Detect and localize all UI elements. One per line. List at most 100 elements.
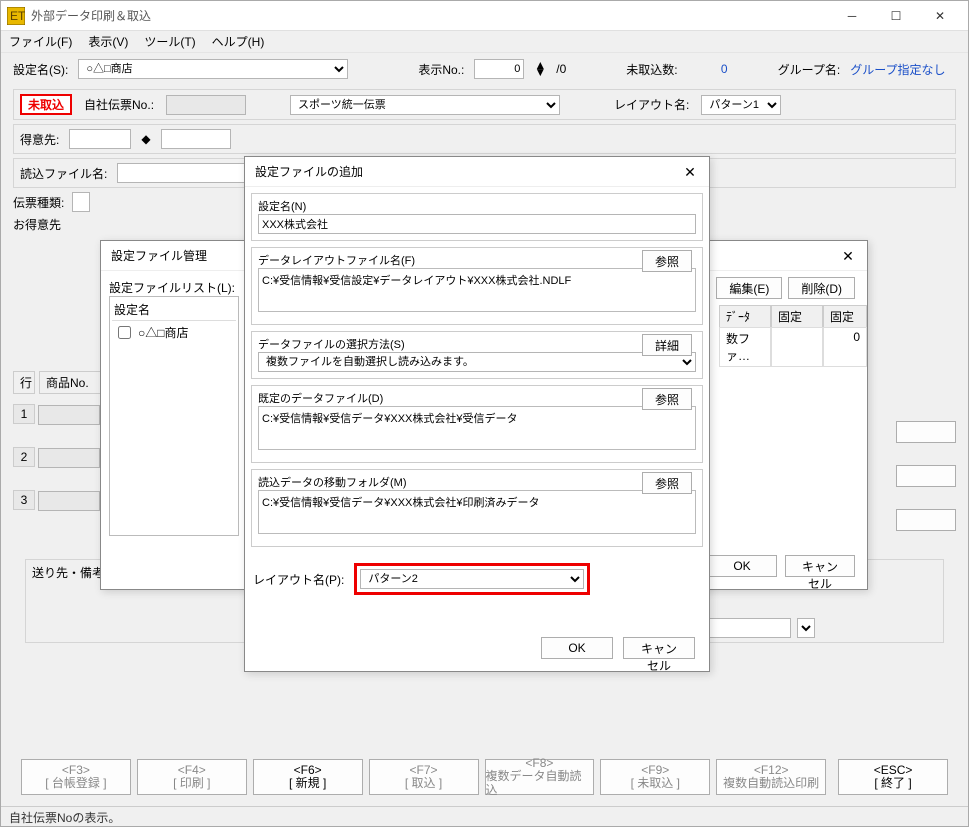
- slip-type-select[interactable]: スポーツ統一伝票: [290, 95, 560, 115]
- mgmt-ok-button[interactable]: OK: [707, 555, 777, 577]
- add-layout-p-label: レイアウト名(P):: [253, 571, 344, 588]
- grp-select-method: データファイルの選択方法(S) 詳細 複数ファイルを自動選択し読み込みます。: [251, 331, 703, 379]
- mgmt-cancel-button[interactable]: キャンセル: [785, 555, 855, 577]
- send-note-label: 送り先・備考: [32, 566, 104, 580]
- menu-tools[interactable]: ツール(T): [144, 33, 195, 50]
- customer-group-label: お得意先: [13, 218, 61, 232]
- svg-text:ET: ET: [10, 9, 25, 23]
- add-settings-dialog: 設定ファイルの追加 ✕ 設定名(N) データレイアウトファイル名(F) 参照 C…: [244, 156, 710, 672]
- setting-name-select[interactable]: ○△□商店: [78, 59, 348, 79]
- f6-button[interactable]: <F6>[ 新規 ]: [253, 759, 363, 795]
- add-setting-name-input[interactable]: [258, 214, 696, 234]
- top-row: 設定名(S): ○△□商店 表示No.: ▲ ▼ /0 未取込数: 0 グループ…: [1, 53, 968, 85]
- mgmt-item-checkbox[interactable]: [118, 326, 131, 339]
- add-dialog-title: 設定ファイルの追加 ✕: [245, 157, 709, 187]
- esc-button[interactable]: <ESC>[ 終了 ]: [838, 759, 948, 795]
- group-label: グループ名:: [778, 61, 841, 78]
- slip-panel: 未取込 自社伝票No.: スポーツ統一伝票 レイアウト名: パターン1: [13, 89, 956, 120]
- add-default-file-input[interactable]: C:¥受信情報¥受信データ¥XXX株式会社¥受信データ: [258, 406, 696, 450]
- add-layout-p-select[interactable]: パターン2: [360, 569, 584, 589]
- close-button[interactable]: ✕: [918, 2, 962, 30]
- footer-bar: <F3>[ 台帳登録 ] <F4>[ 印刷 ] <F6>[ 新規 ] <F7>[…: [1, 750, 968, 804]
- product-input-1[interactable]: [38, 405, 100, 425]
- menu-view[interactable]: 表示(V): [88, 33, 128, 50]
- layout-name-label: レイアウト名:: [614, 96, 689, 113]
- grp-move-folder: 読込データの移動フォルダ(M) 参照 C:¥受信情報¥受信データ¥XXX株式会社…: [251, 469, 703, 547]
- setting-name-label: 設定名(S):: [13, 61, 68, 78]
- main-titlebar: ET 外部データ印刷＆取込 ─ ☐ ✕: [1, 1, 968, 31]
- product-input-2[interactable]: [38, 448, 100, 468]
- mgmt-cell-sufa: 数ファ…: [719, 327, 771, 367]
- uncaptured-count-label: 未取込数:: [626, 61, 677, 78]
- display-no-label: 表示No.:: [418, 61, 464, 78]
- add-move-folder-input[interactable]: C:¥受信情報¥受信データ¥XXX株式会社¥印刷済みデータ: [258, 490, 696, 534]
- row-3[interactable]: 3: [13, 490, 35, 510]
- status-bar: 自社伝票Noの表示。: [1, 806, 968, 826]
- f9-button[interactable]: <F9>[ 未取込 ]: [600, 759, 710, 795]
- company-slip-input[interactable]: [166, 95, 246, 115]
- mgmt-cell-zero: 0: [823, 327, 867, 367]
- highlight-layout-select: パターン2: [354, 563, 590, 595]
- side-btn-1[interactable]: [896, 421, 956, 443]
- add-select-method-label: データファイルの選択方法(S): [258, 336, 696, 352]
- lookup-icon[interactable]: ◆: [141, 132, 150, 146]
- menu-file[interactable]: ファイル(F): [9, 33, 72, 50]
- add-detail-button[interactable]: 詳細: [642, 334, 692, 356]
- add-ok-button[interactable]: OK: [541, 637, 613, 659]
- slip-kind-input[interactable]: [72, 192, 90, 212]
- uncaptured-count-value: 0: [688, 62, 728, 76]
- f4-button[interactable]: <F4>[ 印刷 ]: [137, 759, 247, 795]
- f12-button[interactable]: <F12>複数自動読込印刷: [716, 759, 826, 795]
- minimize-button[interactable]: ─: [830, 2, 874, 30]
- f3-button[interactable]: <F3>[ 台帳登録 ]: [21, 759, 131, 795]
- product-no-header: 商品No.: [39, 371, 101, 394]
- slip-kind-label: 伝票種類:: [13, 194, 64, 211]
- add-move-browse-button[interactable]: 参照: [642, 472, 692, 494]
- grp-setting-name: 設定名(N): [251, 193, 703, 241]
- company-slip-label: 自社伝票No.:: [84, 96, 154, 113]
- group-value[interactable]: グループ指定なし: [850, 61, 945, 78]
- layout-name-select[interactable]: パターン1: [701, 95, 781, 115]
- display-no-input[interactable]: [474, 59, 524, 79]
- add-default-browse-button[interactable]: 参照: [642, 388, 692, 410]
- add-default-file-label: 既定のデータファイル(D): [258, 390, 696, 406]
- d-select[interactable]: [797, 618, 815, 638]
- mgmt-close-button[interactable]: ✕: [835, 244, 861, 268]
- add-layout-file-input[interactable]: C:¥受信情報¥受信設定¥データレイアウト¥XXX株式会社.NDLF: [258, 268, 696, 312]
- grp-default-file: 既定のデータファイル(D) 参照 C:¥受信情報¥受信データ¥XXX株式会社¥受…: [251, 385, 703, 463]
- display-no-total: /0: [556, 62, 566, 76]
- customer-code-input[interactable]: [69, 129, 131, 149]
- customer-sub-input[interactable]: [161, 129, 231, 149]
- add-cancel-button[interactable]: キャンセル: [623, 637, 695, 659]
- row-2[interactable]: 2: [13, 447, 35, 467]
- f8-button[interactable]: <F8>複数データ自動読込: [485, 759, 595, 795]
- mgmt-list[interactable]: 設定名 ○△□商店: [109, 296, 239, 536]
- menu-help[interactable]: ヘルプ(H): [212, 33, 265, 50]
- main-window-title: 外部データ印刷＆取込: [31, 7, 830, 24]
- mgmt-edit-button[interactable]: 編集(E): [716, 277, 782, 299]
- mgmt-delete-button[interactable]: 削除(D): [788, 277, 855, 299]
- add-layout-file-label: データレイアウトファイル名(F): [258, 252, 696, 268]
- mgmt-list-item-0[interactable]: ○△□商店: [112, 321, 236, 344]
- add-layout-browse-button[interactable]: 参照: [642, 250, 692, 272]
- customer-panel: 得意先: ◆: [13, 124, 956, 154]
- grp-layout-file: データレイアウトファイル名(F) 参照 C:¥受信情報¥受信設定¥データレイアウ…: [251, 247, 703, 325]
- maximize-button[interactable]: ☐: [874, 2, 918, 30]
- app-icon: ET: [7, 7, 25, 25]
- side-btn-2[interactable]: [896, 465, 956, 487]
- side-btn-3[interactable]: [896, 509, 956, 531]
- row-1[interactable]: 1: [13, 404, 35, 424]
- uncaptured-badge: 未取込: [20, 94, 72, 115]
- f7-button[interactable]: <F7>[ 取込 ]: [369, 759, 479, 795]
- add-close-button[interactable]: ✕: [677, 160, 703, 184]
- mgmt-list-header: 設定名: [112, 299, 236, 321]
- add-select-method-select[interactable]: 複数ファイルを自動選択し読み込みます。: [258, 352, 696, 372]
- menubar: ファイル(F) 表示(V) ツール(T) ヘルプ(H): [1, 31, 968, 53]
- row-header: 行: [13, 371, 35, 394]
- status-text: 自社伝票Noの表示。: [9, 811, 120, 825]
- add-move-folder-label: 読込データの移動フォルダ(M): [258, 474, 696, 490]
- customer-label: 得意先:: [20, 131, 59, 148]
- product-input-3[interactable]: [38, 491, 100, 511]
- read-file-label: 読込ファイル名:: [20, 165, 107, 182]
- spinner-down-icon[interactable]: ▼: [534, 69, 546, 76]
